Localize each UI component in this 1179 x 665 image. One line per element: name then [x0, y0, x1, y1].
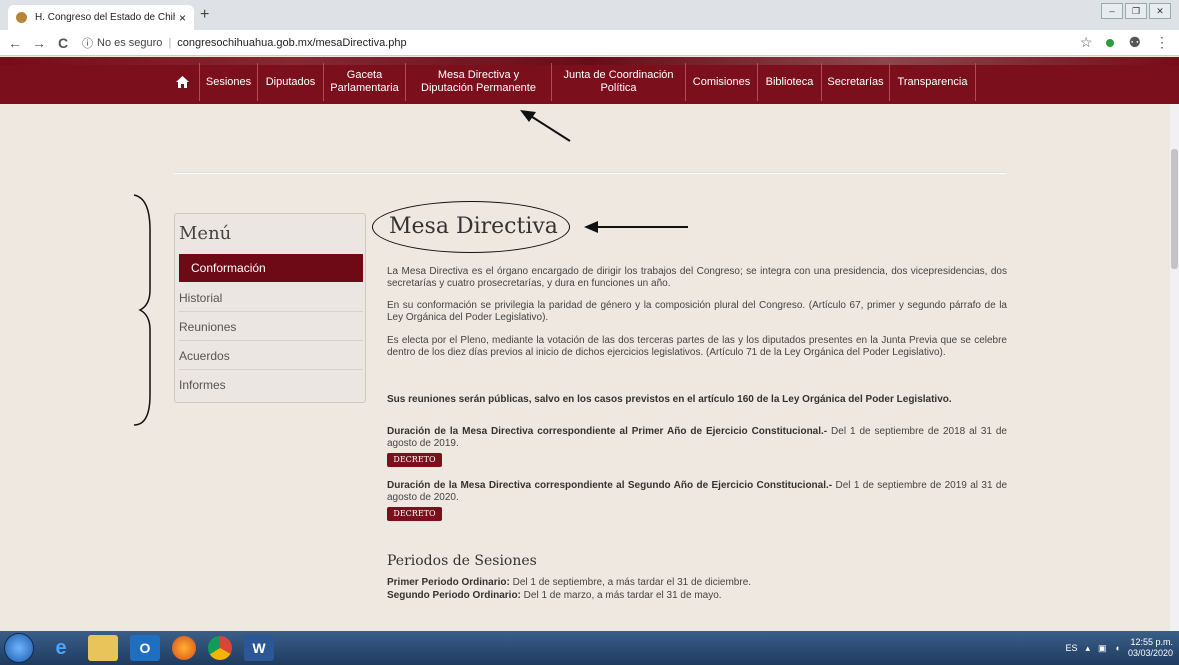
annotation-brace — [133, 194, 151, 426]
clock[interactable]: 12:55 p.m. 03/03/2020 — [1128, 637, 1173, 659]
os-taskbar: e O W ES ▴ ▣ ◖ 12:55 p.m. 03/03/2020 — [0, 631, 1179, 665]
annotation-overlay — [133, 110, 688, 426]
tray-arrow-icon[interactable]: ▴ — [1085, 643, 1090, 654]
firefox-icon[interactable] — [172, 636, 196, 660]
scrollbar-thumb[interactable] — [1171, 149, 1178, 269]
network-icon[interactable]: ▣ — [1098, 643, 1107, 654]
annotation-arrow-nav — [520, 110, 571, 142]
volume-icon[interactable]: ◖ — [1115, 643, 1120, 653]
ie-icon[interactable]: e — [46, 635, 76, 661]
language-indicator[interactable]: ES — [1065, 643, 1077, 653]
page-scrollbar[interactable] — [1170, 104, 1179, 631]
outlook-icon[interactable]: O — [130, 635, 160, 661]
explorer-icon[interactable] — [88, 635, 118, 661]
system-tray: ES ▴ ▣ ◖ 12:55 p.m. 03/03/2020 — [1065, 631, 1173, 665]
annotation-arrow-title — [584, 221, 688, 233]
start-button[interactable] — [4, 633, 34, 663]
chrome-icon[interactable] — [208, 636, 232, 660]
word-icon[interactable]: W — [244, 635, 274, 661]
